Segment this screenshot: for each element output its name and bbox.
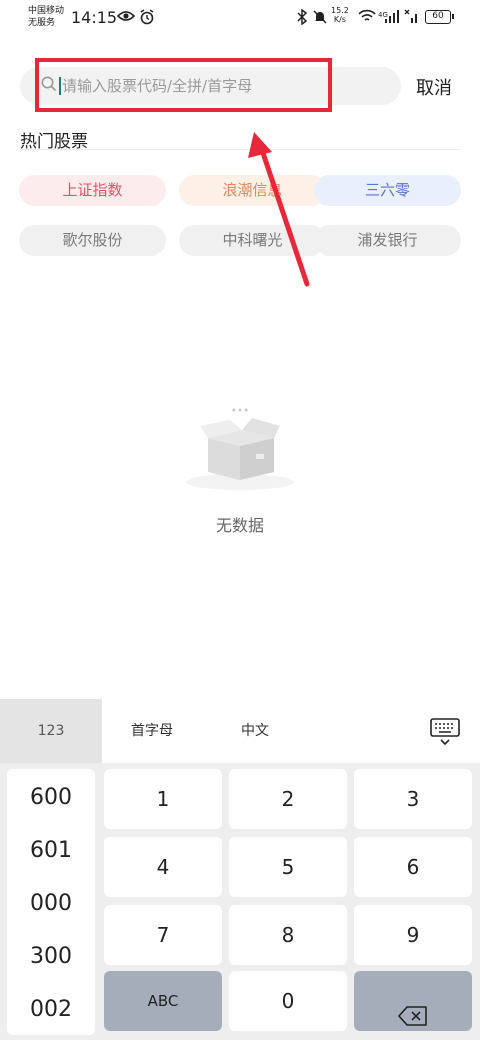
status-bar: 中国移动 无服务 14:15 15.2 K/s 4G 60 (0, 0, 480, 36)
key-8[interactable]: 8 (229, 905, 347, 965)
carrier-info: 中国移动 无服务 (28, 5, 64, 29)
hot-stock-chip[interactable]: 三六零 (314, 175, 461, 206)
empty-box-illustration (186, 408, 294, 490)
abc-switch-key[interactable]: ABC (104, 971, 222, 1031)
signal-icon (384, 9, 402, 27)
prefix-item[interactable]: 000 (7, 891, 95, 916)
hot-stock-chip[interactable]: 歌尔股份 (19, 225, 166, 256)
stock-prefix-panel: 600 601 000 300 002 (7, 769, 95, 1035)
key-7[interactable]: 7 (104, 905, 222, 965)
mode-123-tab[interactable]: 123 (0, 699, 102, 763)
mode-chinese-tab[interactable]: 中文 (241, 699, 269, 763)
network-speed-unit: K/s (333, 15, 346, 24)
prefix-item[interactable]: 600 (7, 785, 95, 810)
hot-stock-chip[interactable]: 上证指数 (19, 175, 166, 206)
keyboard-hide-icon[interactable] (429, 718, 461, 746)
backspace-key[interactable] (354, 971, 472, 1031)
alarm-icon (139, 9, 155, 29)
divider (20, 149, 460, 150)
prefix-item[interactable]: 300 (7, 944, 95, 969)
numeric-keyboard: 123 首字母 中文 600 601 000 300 002 1 2 3 4 5… (0, 699, 480, 1040)
key-2[interactable]: 2 (229, 769, 347, 829)
battery-indicator: 60 (425, 10, 454, 24)
prefix-item[interactable]: 601 (7, 838, 95, 863)
service-status: 无服务 (28, 18, 56, 28)
hot-stock-chip[interactable]: 中科曙光 (179, 225, 326, 256)
empty-state-text: 无数据 (215, 516, 264, 535)
key-1[interactable]: 1 (104, 769, 222, 829)
mode-initials-tab[interactable]: 首字母 (131, 699, 173, 763)
keyboard-toolbar: 123 首字母 中文 (0, 699, 480, 763)
carrier-name: 中国移动 (28, 6, 65, 16)
backspace-icon (398, 991, 428, 1040)
key-4[interactable]: 4 (104, 837, 222, 897)
no-signal-icon (404, 9, 420, 27)
prefix-item[interactable]: 002 (7, 997, 95, 1022)
hot-stock-chip[interactable]: 浦发银行 (314, 225, 461, 256)
network-speed-value: 15.2 (331, 6, 349, 15)
key-0[interactable]: 0 (229, 971, 347, 1031)
key-6[interactable]: 6 (354, 837, 472, 897)
eye-icon (116, 9, 136, 27)
annotation-highlight-box (35, 58, 332, 112)
key-5[interactable]: 5 (229, 837, 347, 897)
bluetooth-icon (296, 8, 308, 29)
hot-stock-chip[interactable]: 浪潮信息 (179, 175, 326, 206)
cancel-button[interactable]: 取消 (416, 74, 452, 100)
key-9[interactable]: 9 (354, 905, 472, 965)
stock-search-screen: 中国移动 无服务 14:15 15.2 K/s 4G 60 请输入股票代码/全拼… (0, 0, 480, 1040)
wifi-icon (358, 9, 376, 27)
mute-bell-icon (312, 9, 328, 29)
network-speed: 15.2 K/s (331, 6, 349, 24)
key-3[interactable]: 3 (354, 769, 472, 829)
clock: 14:15 (71, 8, 118, 27)
